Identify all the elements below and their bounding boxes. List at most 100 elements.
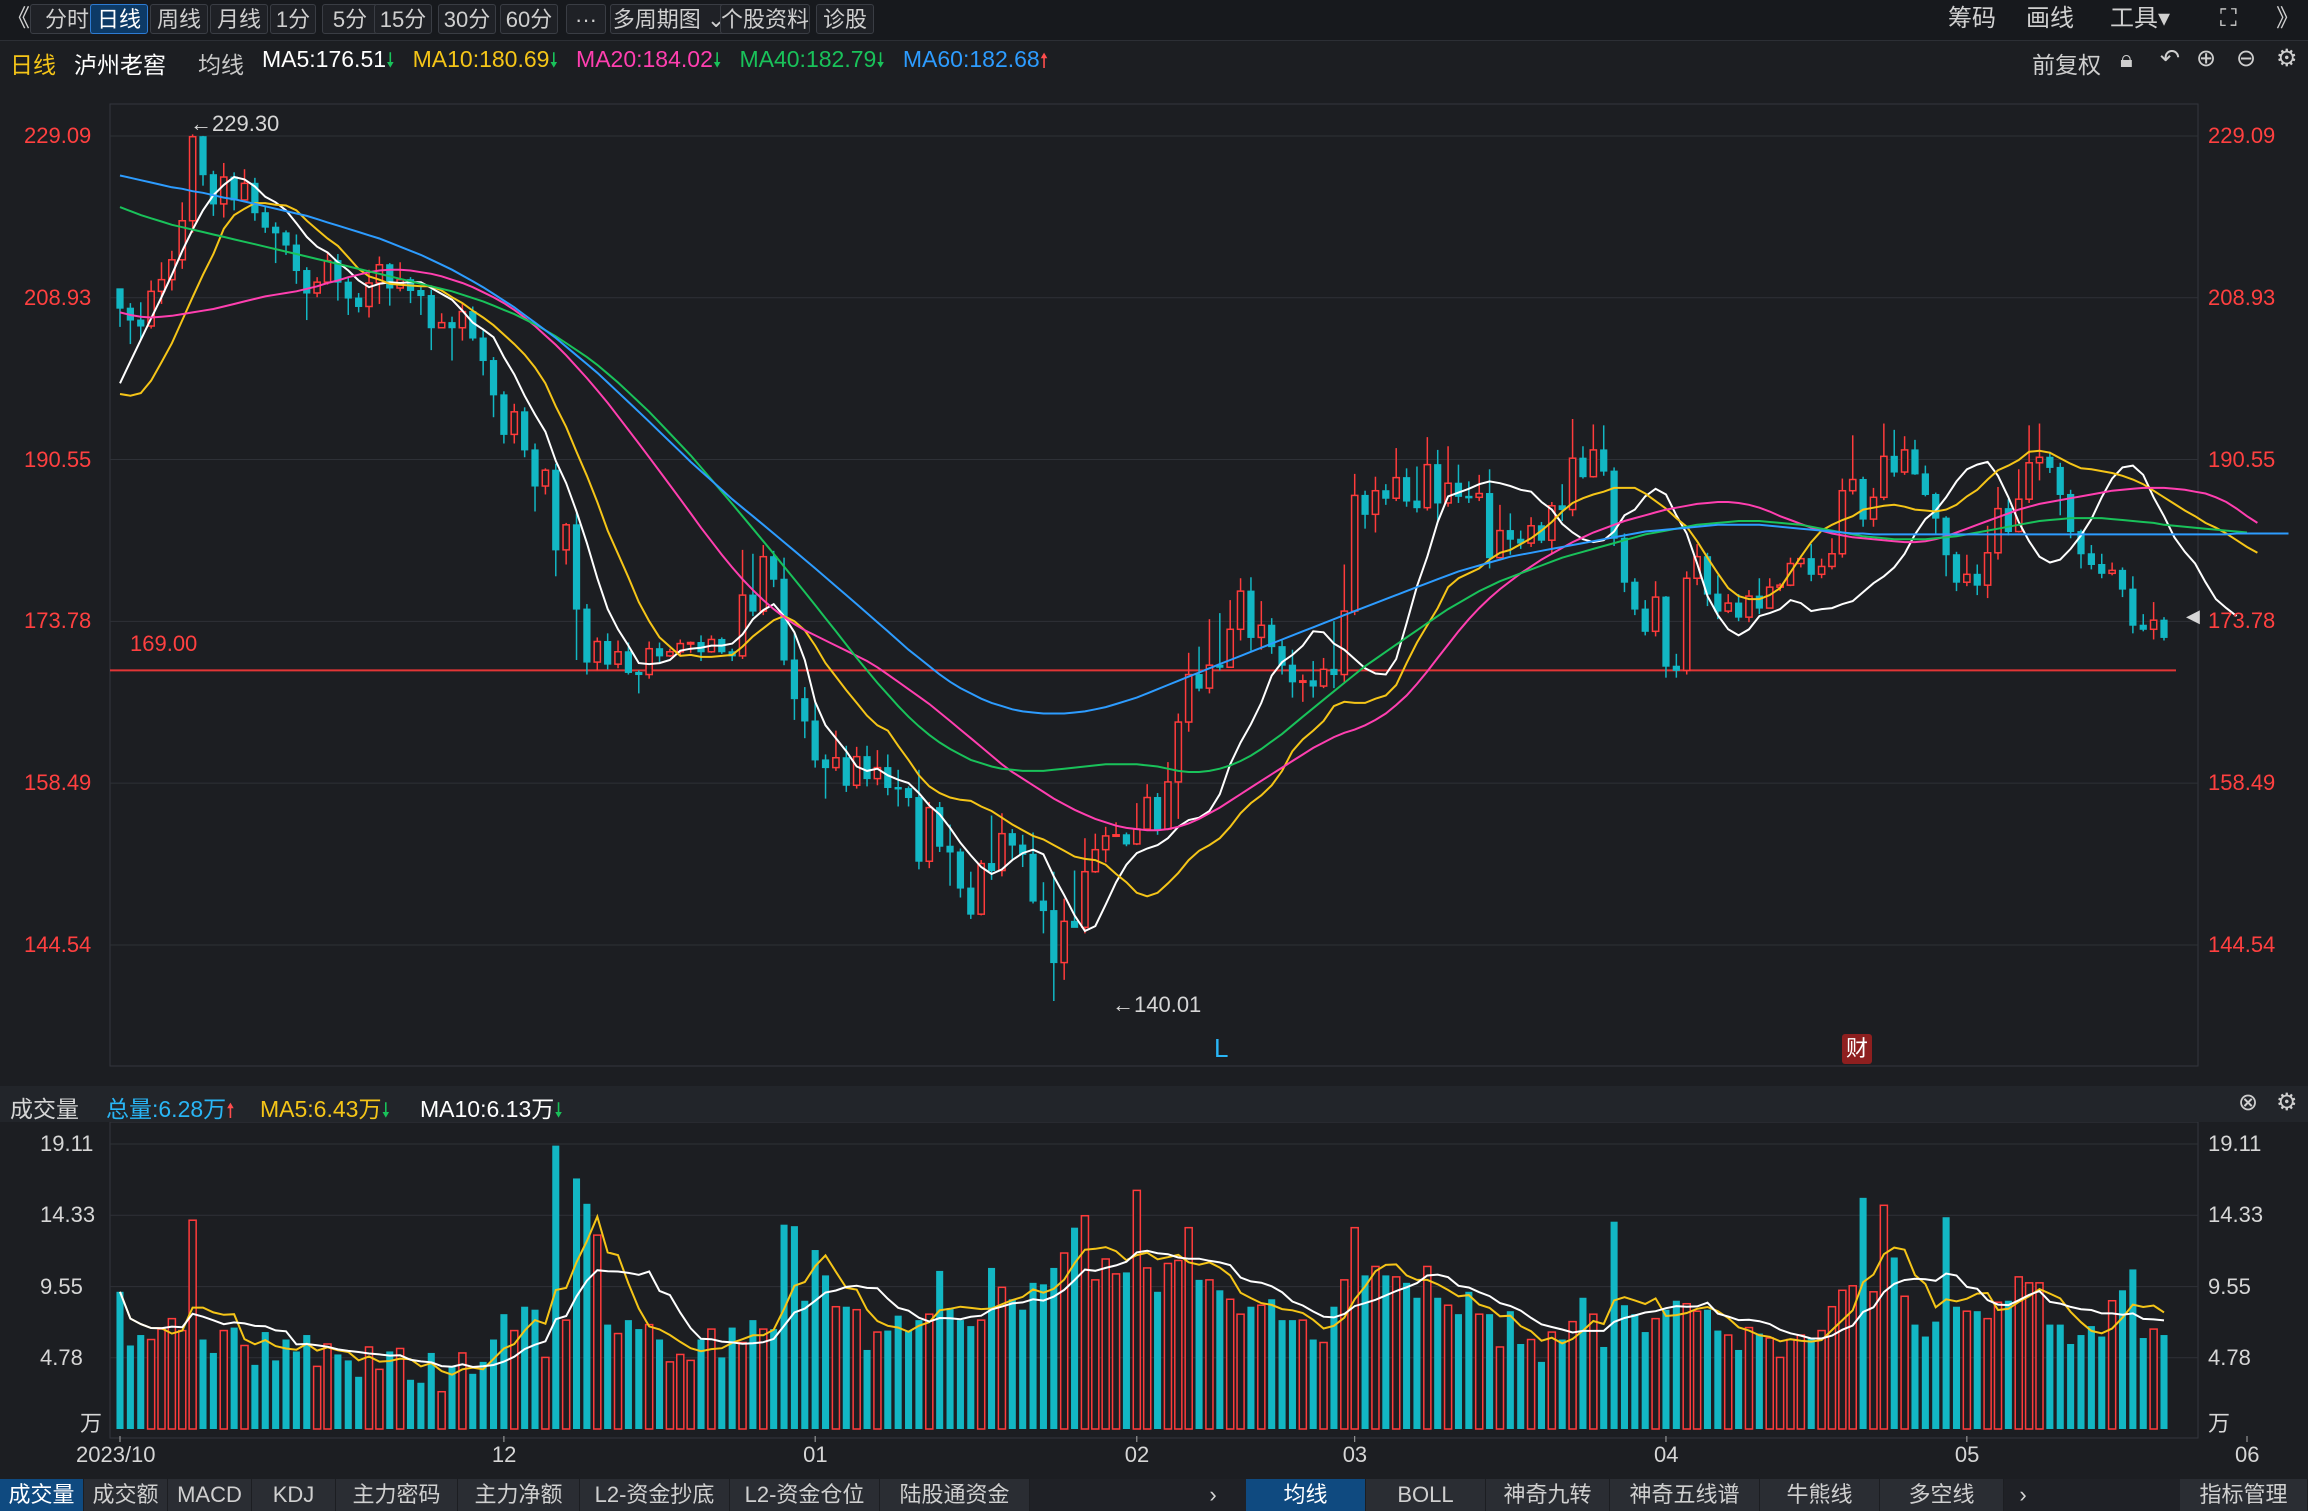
indicator-tab[interactable]: 陆股通资金 [880,1479,1030,1511]
volume-bar[interactable] [199,1339,207,1429]
volume-bar[interactable] [1900,1295,1909,1430]
volume-bar[interactable] [1142,1267,1152,1430]
candle[interactable] [2087,545,2095,570]
candle[interactable] [199,135,207,186]
volume-bar[interactable] [2160,1335,2168,1429]
volume-bar[interactable] [1807,1338,1815,1429]
candle[interactable] [749,553,757,617]
candle[interactable] [635,670,643,694]
candle[interactable] [1724,594,1733,614]
volume-bar[interactable] [1692,1310,1702,1430]
limit-marker-l[interactable]: L [1214,1033,1228,1064]
candle[interactable] [1983,525,1992,599]
volume-bar[interactable] [1682,1302,1691,1430]
volume-bar[interactable] [2107,1299,2117,1430]
volume-bar[interactable] [2056,1324,2064,1429]
volume-bar[interactable] [604,1324,612,1429]
volume-bar[interactable] [157,1328,166,1430]
volume-bar[interactable] [209,1352,217,1429]
volume-bar[interactable] [489,1339,498,1429]
volume-bar[interactable] [1288,1320,1296,1429]
candle[interactable] [604,633,612,670]
volume-bar[interactable] [1838,1289,1847,1430]
candle[interactable] [738,549,747,659]
candle[interactable] [2108,562,2116,576]
candle[interactable] [521,407,529,458]
candle[interactable] [1848,435,1857,495]
volume-bar[interactable] [1008,1299,1016,1429]
indicator-tab[interactable]: L2-资金抄底 [580,1479,730,1511]
volume-bar[interactable] [1382,1275,1390,1429]
volume-bar[interactable] [573,1178,581,1429]
candle[interactable] [614,640,622,669]
volume-bar[interactable] [1278,1320,1286,1429]
volume-bar[interactable] [1641,1332,1649,1429]
volume-bar[interactable] [395,1347,405,1430]
volume-bar[interactable] [997,1286,1007,1430]
volume-bar[interactable] [137,1335,145,1429]
candle[interactable] [894,769,902,807]
candle[interactable] [500,391,508,444]
candle[interactable] [2129,576,2137,634]
candle[interactable] [1911,439,1919,475]
candle[interactable] [1091,833,1100,873]
candle[interactable] [1662,596,1670,678]
volume-bar[interactable] [894,1315,902,1429]
candle[interactable] [572,513,581,661]
candle[interactable] [2139,614,2147,632]
candle[interactable] [1361,490,1369,529]
volume-bar[interactable] [915,1320,923,1429]
volume-bar[interactable] [355,1376,363,1429]
volume-bar[interactable] [1600,1346,1608,1429]
overlay-tab[interactable]: 均线 [1246,1479,1366,1511]
candle[interactable] [126,303,134,345]
candle[interactable] [1879,423,1888,501]
volume-bar[interactable] [177,1329,187,1430]
volume-bar[interactable] [1268,1299,1276,1429]
volume-bar[interactable] [1195,1279,1203,1429]
volume-bar[interactable] [976,1319,986,1430]
volume-bar[interactable] [1786,1338,1795,1430]
volume-bar[interactable] [1765,1337,1775,1430]
indicator-tab[interactable]: L2-资金仓位 [730,1479,880,1511]
candle[interactable] [1682,571,1691,675]
volume-bar[interactable] [831,1305,841,1430]
candle[interactable] [1330,621,1338,689]
candle[interactable] [344,277,352,315]
candle[interactable] [1921,465,1929,497]
volume-bar[interactable] [905,1330,913,1429]
candlestick-chart[interactable] [0,0,2308,1080]
volume-bar[interactable] [1775,1356,1785,1430]
volume-bar[interactable] [624,1320,632,1429]
volume-bar[interactable] [1371,1265,1380,1430]
candle[interactable] [1029,832,1037,904]
candle[interactable] [1900,436,1909,475]
volume-bar[interactable] [967,1326,975,1429]
candle[interactable] [552,463,560,577]
volume-bar[interactable] [1225,1298,1235,1430]
candle[interactable] [645,641,654,679]
indicator-manage-button[interactable]: 指标管理 [2180,1479,2308,1511]
volume-bar[interactable] [707,1328,716,1430]
volume-bar[interactable] [1039,1284,1047,1429]
volume-bar[interactable] [2139,1338,2147,1429]
volume-bar[interactable] [2046,1324,2054,1429]
candle[interactable] [1963,554,1971,587]
volume-bar[interactable] [1132,1189,1142,1430]
indicator-tab[interactable]: 成交量 [0,1479,84,1511]
candle[interactable] [1039,882,1048,934]
volume-bar[interactable] [676,1353,685,1430]
volume-bar[interactable] [873,1331,882,1430]
candle[interactable] [1205,619,1214,694]
volume-bar[interactable] [790,1226,798,1429]
volume-bar[interactable] [1796,1334,1806,1430]
volume-bar[interactable] [2098,1336,2106,1429]
candle[interactable] [1247,577,1255,651]
volume-bar[interactable] [1827,1305,1837,1430]
volume-bar[interactable] [1932,1321,1940,1429]
candle[interactable] [541,468,550,495]
candle[interactable] [1994,486,2002,560]
gear-icon[interactable]: ⚙ [2276,1088,2298,1117]
volume-bar[interactable] [364,1346,374,1430]
volume-bar[interactable] [1714,1330,1722,1429]
